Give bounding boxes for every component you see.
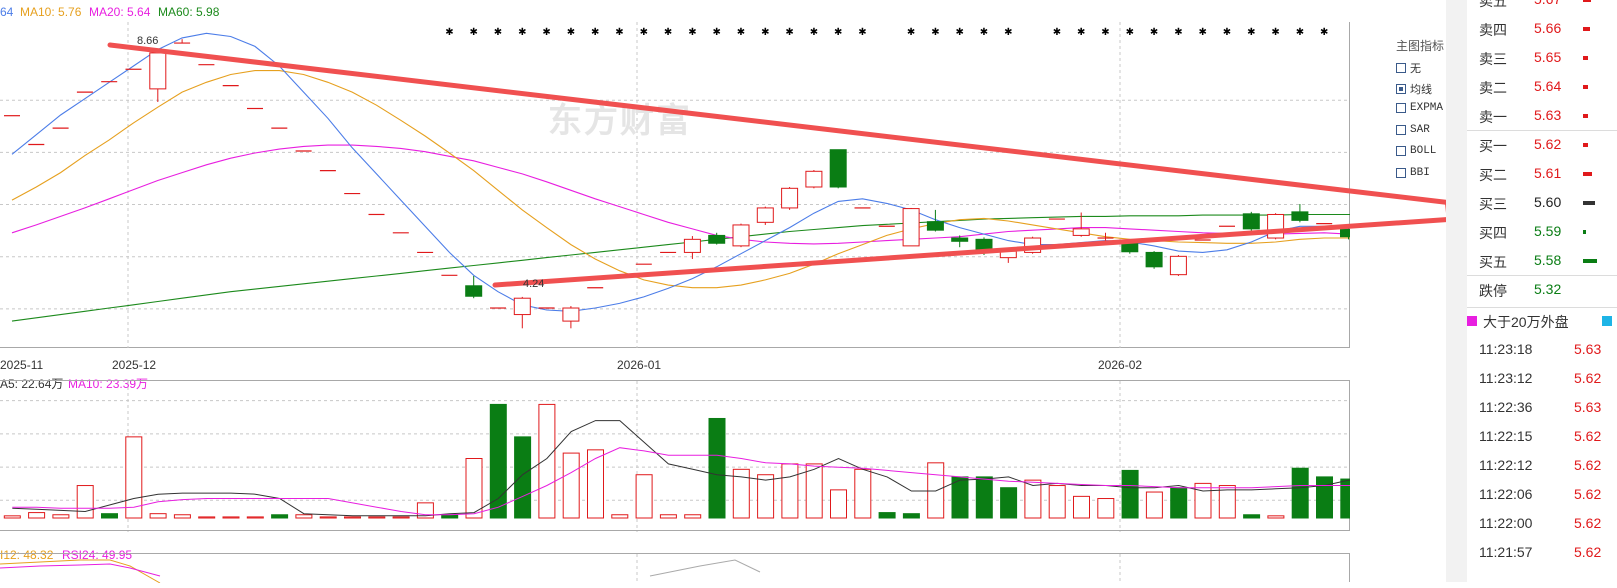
order-book-price: 5.63 — [1534, 107, 1562, 123]
order-book-level: 卖四 — [1479, 22, 1507, 38]
order-book-level: 卖五 — [1479, 0, 1507, 9]
trade-time: 11:22:36 — [1479, 399, 1533, 415]
trade-time: 11:22:15 — [1479, 428, 1533, 444]
order-volume-bar — [1583, 201, 1595, 205]
order-volume-bar — [1583, 27, 1590, 31]
order-book-level: 卖一 — [1479, 109, 1507, 125]
order-book-level: 跌停 — [1479, 283, 1507, 299]
trend-line-lower — [492, 216, 1458, 288]
order-book-row[interactable]: 买三 5.60 — [1467, 188, 1617, 217]
order-volume-bar — [1583, 85, 1588, 89]
order-book-level: 卖二 — [1479, 80, 1507, 96]
order-book-price: 5.66 — [1534, 20, 1562, 36]
order-book-price: 5.64 — [1534, 78, 1562, 94]
order-volume-bar — [1583, 259, 1597, 263]
trade-row[interactable]: 11:22:36 5.63 — [1467, 393, 1617, 422]
order-book-price: 5.67 — [1534, 0, 1561, 7]
divider — [1467, 275, 1617, 276]
trade-price: 5.63 — [1574, 399, 1602, 415]
trade-row[interactable]: 11:22:00 5.62 — [1467, 509, 1617, 538]
order-book-row[interactable]: 卖三 5.65 — [1467, 43, 1617, 72]
order-book-price: 5.58 — [1534, 252, 1562, 268]
order-book-row[interactable]: 买一 5.62 — [1467, 130, 1617, 159]
order-book-row[interactable]: 卖五 5.67 — [1467, 0, 1617, 14]
order-book-row[interactable]: 买四 5.59 — [1467, 217, 1617, 246]
trades-header: 大于20万外盘 — [1467, 312, 1617, 334]
trade-row[interactable]: 11:21:57 5.62 — [1467, 538, 1617, 567]
trade-price: 5.62 — [1574, 457, 1602, 473]
high-price-annotation: 8.66 — [137, 35, 159, 47]
trade-price: 5.62 — [1574, 428, 1602, 444]
order-book-price: 5.60 — [1534, 194, 1562, 210]
trade-row[interactable]: 11:23:12 5.62 — [1467, 364, 1617, 393]
trade-price: 5.62 — [1574, 515, 1602, 531]
trade-row[interactable]: 11:22:15 5.62 — [1467, 422, 1617, 451]
order-book-price: 5.61 — [1534, 165, 1562, 181]
order-volume-bar — [1583, 172, 1592, 176]
order-book-level: 卖三 — [1479, 51, 1507, 67]
side-panel-gap — [1446, 0, 1467, 582]
order-volume-bar — [1583, 230, 1586, 234]
trade-price: 5.62 — [1574, 370, 1602, 386]
order-book-level: 买三 — [1479, 196, 1507, 212]
order-volume-bar — [1583, 56, 1588, 60]
trend-line-upper — [107, 42, 1523, 214]
order-book-row[interactable]: 买二 5.61 — [1467, 159, 1617, 188]
trade-price: 5.63 — [1574, 341, 1602, 357]
order-book-level: 买五 — [1479, 254, 1507, 270]
order-book-price: 5.59 — [1534, 223, 1562, 239]
trade-row[interactable]: 11:23:18 5.63 — [1467, 335, 1617, 364]
trade-time: 11:22:12 — [1479, 457, 1533, 473]
divider — [1467, 130, 1617, 131]
order-book-row[interactable]: 买五 5.58 — [1467, 246, 1617, 275]
order-book-panel: 卖五 5.67 卖四 5.66 卖三 5.65 卖二 5.64 卖一 5.63 买一 5.62 买二 5.… — [1467, 0, 1617, 582]
trade-row[interactable]: 11:22:06 5.62 — [1467, 480, 1617, 509]
trade-time: 11:22:06 — [1479, 486, 1533, 502]
low-price-annotation: 4.24 — [523, 278, 545, 290]
divider — [1467, 307, 1617, 308]
trade-row[interactable]: 11:22:12 5.62 — [1467, 451, 1617, 480]
order-book-row[interactable]: 卖一 5.63 — [1467, 101, 1617, 130]
trade-time: 11:22:00 — [1479, 515, 1533, 531]
order-book-level: 买二 — [1479, 167, 1507, 183]
order-volume-bar — [1583, 143, 1588, 147]
trade-price: 5.62 — [1574, 486, 1602, 502]
trades-header-label: 大于20万外盘 — [1483, 314, 1569, 330]
order-book-row[interactable]: 跌停 5.32 — [1467, 275, 1617, 304]
order-volume-bar — [1583, 114, 1588, 118]
order-book-row[interactable]: 卖二 5.64 — [1467, 72, 1617, 101]
order-book-level: 买四 — [1479, 225, 1507, 241]
order-book-price: 5.62 — [1534, 136, 1562, 152]
trend-arrows-overlay — [107, 42, 1567, 288]
order-book-price: 5.65 — [1534, 49, 1562, 65]
magenta-square-icon — [1467, 316, 1477, 326]
order-book-row[interactable]: 卖四 5.66 — [1467, 14, 1617, 43]
trade-time: 11:21:57 — [1479, 544, 1533, 560]
cyan-square-icon — [1602, 316, 1612, 326]
order-volume-bar — [1583, 0, 1591, 2]
order-book-level: 买一 — [1479, 138, 1507, 154]
order-book-price: 5.32 — [1534, 281, 1562, 297]
trade-price: 5.62 — [1574, 544, 1602, 560]
trade-time: 11:23:12 — [1479, 370, 1533, 386]
trade-time: 11:23:18 — [1479, 341, 1533, 357]
